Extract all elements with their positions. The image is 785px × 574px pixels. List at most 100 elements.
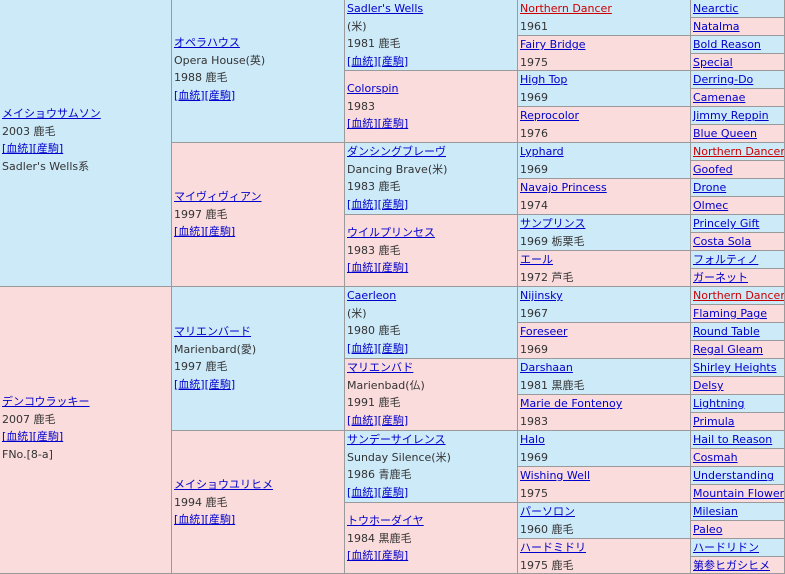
g5-7-name-link[interactable]: Jimmy Reppin — [693, 107, 782, 124]
sss-progeny-link[interactable]: [産駒] — [378, 55, 409, 68]
g5-18-name-link[interactable]: Flaming Page — [693, 305, 782, 322]
g5-32-name-link[interactable]: 第参ヒガシヒメ — [693, 557, 782, 573]
dss-pedigree-link[interactable]: [血統] — [347, 342, 378, 355]
dsd-pedigree-link[interactable]: [血統] — [347, 414, 378, 427]
ddd-name-link[interactable]: トウホーダイヤ — [347, 512, 515, 530]
g5-5-name-link[interactable]: Derring-Do — [693, 71, 782, 88]
ddss-year: 1969 — [520, 450, 548, 464]
ss-progeny-link[interactable]: [産駒] — [205, 89, 236, 102]
g5-2-name-link[interactable]: Natalma — [693, 18, 782, 35]
sdd-pedigree-link[interactable]: [血統] — [347, 261, 378, 274]
ssds-name-link[interactable]: High Top — [520, 71, 688, 89]
dsd-progeny-link[interactable]: [産駒] — [378, 414, 409, 427]
sddd-year: 1972 芦毛 — [520, 270, 574, 284]
sd-name-link[interactable]: マイヴィヴィアン — [174, 188, 342, 206]
g5-22-name-link[interactable]: Delsy — [693, 377, 782, 394]
dsss-name-link[interactable]: Nijinsky — [520, 287, 688, 305]
dds-name-link[interactable]: サンデーサイレンス — [347, 431, 515, 449]
sire-name-link[interactable]: メイショウサムソン — [2, 105, 169, 123]
sdd-progeny-link[interactable]: [産駒] — [378, 261, 409, 274]
dam-progeny-link[interactable]: [産駒] — [33, 430, 64, 443]
g5-15-name-link[interactable]: フォルティノ — [693, 251, 782, 268]
g5-24-name-link[interactable]: Primula — [693, 413, 782, 430]
g5-6-name-link[interactable]: Camenae — [693, 89, 782, 106]
sss-pedigree-link[interactable]: [血統] — [347, 55, 378, 68]
sire-year-color: 2003 鹿毛 — [2, 124, 56, 138]
g5-23-name-link[interactable]: Lightning — [693, 395, 782, 412]
ddd-progeny-link[interactable]: [産駒] — [378, 549, 409, 562]
ddds-name-link[interactable]: パーソロン — [520, 503, 688, 521]
g5-27-cell: Understanding — [691, 467, 785, 485]
ds-progeny-link[interactable]: [産駒] — [205, 378, 236, 391]
dss-name-link[interactable]: Caerleon — [347, 287, 515, 305]
g5-14-name-link[interactable]: Costa Sola — [693, 233, 782, 250]
g5-16-name-link[interactable]: ガーネット — [693, 269, 782, 286]
g5-27-name-link[interactable]: Understanding — [693, 467, 782, 484]
dss-cell: Caerleon (米) 1980 鹿毛 [血統][産駒] — [345, 287, 518, 359]
g5-9-name-link[interactable]: Northern Dancer — [693, 143, 784, 160]
dss-progeny-link[interactable]: [産駒] — [378, 342, 409, 355]
ddd-pedigree-link[interactable]: [血統] — [347, 549, 378, 562]
g5-13-name-link[interactable]: Princely Gift — [693, 215, 782, 232]
sdds-name-link[interactable]: サンプリンス — [520, 215, 688, 233]
g5-25-cell: Hail to Reason — [691, 431, 785, 449]
sds-pedigree-link[interactable]: [血統] — [347, 198, 378, 211]
sdss-name-link[interactable]: Lyphard — [520, 143, 688, 161]
sire-progeny-link[interactable]: [産駒] — [33, 142, 64, 155]
g5-19-name-link[interactable]: Round Table — [693, 323, 782, 340]
sss-name-link[interactable]: Sadler's Wells — [347, 0, 515, 18]
g5-12-name-link[interactable]: Olmec — [693, 197, 782, 214]
dd-progeny-link[interactable]: [産駒] — [205, 513, 236, 526]
dssd-name-link[interactable]: Foreseer — [520, 323, 688, 341]
sdd-name-link[interactable]: ウイルプリンセス — [347, 224, 515, 242]
dd-pedigree-link[interactable]: [血統] — [174, 513, 205, 526]
dds-pedigree-link[interactable]: [血統] — [347, 486, 378, 499]
dam-cell: デンコウラッキー 2007 鹿毛 [血統][産駒] FNo.[8-a] — [0, 287, 172, 574]
g5-26-name-link[interactable]: Cosmah — [693, 449, 782, 466]
dd-name-link[interactable]: メイショウユリヒメ — [174, 476, 342, 494]
dds-name-en: Sunday Silence(米) — [347, 450, 451, 464]
dam-pedigree-link[interactable]: [血統] — [2, 430, 33, 443]
g5-28-name-link[interactable]: Mountain Flower — [693, 485, 784, 502]
dddd-name-link[interactable]: ハードミドリ — [520, 539, 688, 557]
dam-year-color: 2007 鹿毛 — [2, 412, 56, 426]
g5-11-name-link[interactable]: Drone — [693, 179, 782, 196]
sdsd-name-link[interactable]: Navajo Princess — [520, 179, 688, 197]
g5-25-name-link[interactable]: Hail to Reason — [693, 431, 782, 448]
g5-17-name-link[interactable]: Northern Dancer — [693, 287, 784, 304]
ss-name-link[interactable]: オペラハウス — [174, 34, 342, 52]
g5-10-name-link[interactable]: Goofed — [693, 161, 782, 178]
g5-8-name-link[interactable]: Blue Queen — [693, 125, 782, 142]
g5-4-name-link[interactable]: Special — [693, 54, 782, 70]
dsds-name-link[interactable]: Darshaan — [520, 359, 688, 377]
g5-29-name-link[interactable]: Milesian — [693, 503, 782, 520]
g5-31-name-link[interactable]: ハードリドン — [693, 539, 782, 556]
ds-pedigree-link[interactable]: [血統] — [174, 378, 205, 391]
g5-1-name-link[interactable]: Nearctic — [693, 0, 782, 17]
ddd-year-color: 1984 黒鹿毛 — [347, 531, 412, 545]
ssd-pedigree-link[interactable]: [血統] — [347, 117, 378, 130]
sire-pedigree-link[interactable]: [血統] — [2, 142, 33, 155]
sddd-name-link[interactable]: エール — [520, 251, 688, 269]
dds-progeny-link[interactable]: [産駒] — [378, 486, 409, 499]
sd-pedigree-link[interactable]: [血統] — [174, 225, 205, 238]
g5-3-name-link[interactable]: Bold Reason — [693, 36, 782, 53]
dsd-name-link[interactable]: マリエンバド — [347, 359, 515, 377]
ssdd-name-link[interactable]: Reprocolor — [520, 107, 688, 125]
dsdd-name-link[interactable]: Marie de Fontenoy — [520, 395, 688, 413]
ddss-name-link[interactable]: Halo — [520, 431, 688, 449]
ss-pedigree-link[interactable]: [血統] — [174, 89, 205, 102]
ssss-name-link[interactable]: Northern Dancer — [520, 0, 688, 18]
ssd-progeny-link[interactable]: [産駒] — [378, 117, 409, 130]
sd-progeny-link[interactable]: [産駒] — [205, 225, 236, 238]
sds-name-link[interactable]: ダンシングブレーヴ — [347, 143, 515, 161]
dam-name-link[interactable]: デンコウラッキー — [2, 393, 169, 411]
g5-20-name-link[interactable]: Regal Gleam — [693, 341, 782, 358]
ddsd-name-link[interactable]: Wishing Well — [520, 467, 688, 485]
sds-progeny-link[interactable]: [産駒] — [378, 198, 409, 211]
g5-21-name-link[interactable]: Shirley Heights — [693, 359, 782, 376]
ssd-name-link[interactable]: Colorspin — [347, 80, 515, 98]
sssd-name-link[interactable]: Fairy Bridge — [520, 36, 688, 54]
g5-30-name-link[interactable]: Paleo — [693, 521, 782, 538]
ds-name-link[interactable]: マリエンバード — [174, 323, 342, 341]
